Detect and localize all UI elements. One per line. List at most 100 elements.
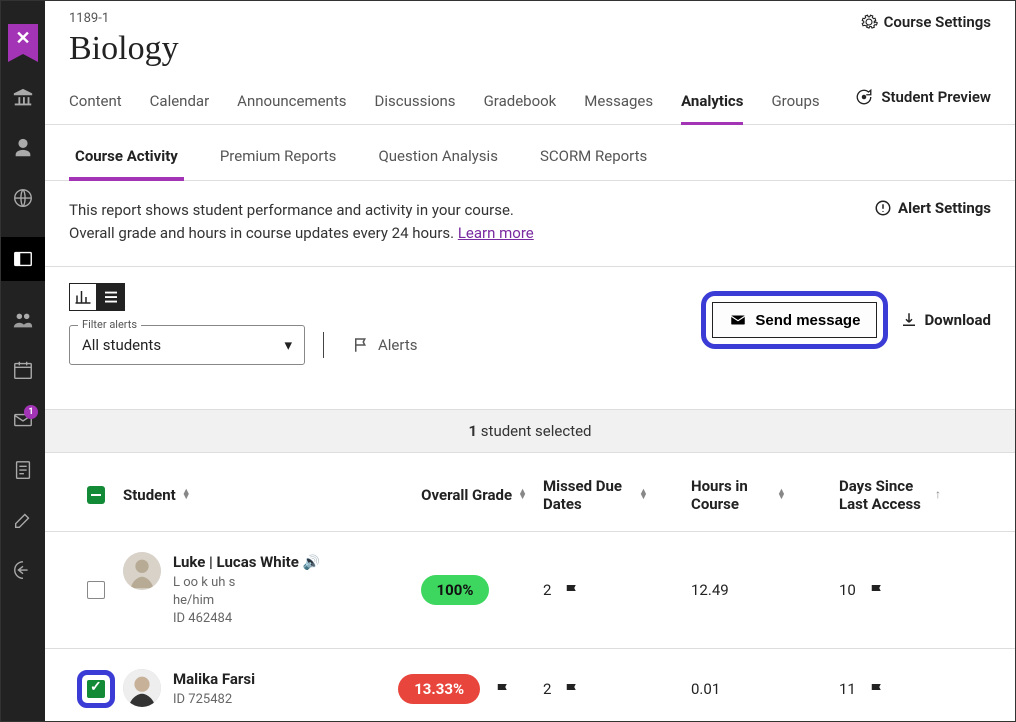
sort-icon: ▲▼ xyxy=(777,490,786,501)
sort-icon: ▲▼ xyxy=(182,490,191,501)
tab-discussions[interactable]: Discussions xyxy=(374,92,455,124)
analytics-subtabs: Course Activity Premium Reports Question… xyxy=(45,125,1015,181)
grades-icon[interactable] xyxy=(12,459,34,481)
row-checkbox[interactable] xyxy=(87,581,105,599)
send-message-highlight: Send message xyxy=(701,291,888,349)
tab-announcements[interactable]: Announcements xyxy=(237,92,346,124)
profile-icon[interactable] xyxy=(12,137,34,159)
student-cell[interactable]: Malika Farsi ID 725482 xyxy=(123,669,383,709)
table-row: Malika Farsi ID 725482 13.33% 2 0.01 11 xyxy=(45,649,1015,721)
description-line1: This report shows student performance an… xyxy=(69,199,534,222)
flag-icon xyxy=(352,336,370,354)
tab-content[interactable]: Content xyxy=(69,92,122,124)
main-tabs: Content Calendar Announcements Discussio… xyxy=(45,74,1015,125)
course-settings-label: Course Settings xyxy=(884,13,991,31)
calendar-icon[interactable] xyxy=(12,359,34,381)
filter-value: All students xyxy=(82,336,161,354)
sort-asc-icon: ↑ xyxy=(935,491,941,498)
toolbar-divider xyxy=(323,332,324,358)
gear-icon xyxy=(860,13,878,31)
compose-icon[interactable] xyxy=(12,509,34,531)
grade-pill: 100% xyxy=(421,575,490,605)
selection-count: 1 xyxy=(468,422,477,440)
flag-icon xyxy=(563,581,581,600)
audio-pronunciation-icon[interactable]: 🔊 xyxy=(303,555,320,571)
messages-badge: 1 xyxy=(24,405,38,419)
sort-icon: ▲▼ xyxy=(639,490,648,501)
chart-icon xyxy=(74,288,92,306)
send-message-button[interactable]: Send message xyxy=(712,302,877,338)
download-button[interactable]: Download xyxy=(900,311,991,329)
alerts-link[interactable]: Alerts xyxy=(342,336,418,354)
col-hours[interactable]: Hours in Course ▲▼ xyxy=(691,477,839,513)
missed-value: 2 xyxy=(543,581,551,599)
course-settings-button[interactable]: Course Settings xyxy=(860,13,991,31)
col-grade[interactable]: Overall Grade ▲▼ xyxy=(383,486,543,504)
col-missed[interactable]: Missed Due Dates ▲▼ xyxy=(543,477,691,513)
selection-summary: 1 student selected xyxy=(45,409,1015,453)
selection-label: student selected xyxy=(477,422,591,440)
groups-icon[interactable] xyxy=(12,309,34,331)
missed-value: 2 xyxy=(543,680,551,698)
preview-refresh-icon xyxy=(855,88,873,106)
student-phonetic: L oo k uh s xyxy=(173,574,320,592)
student-cell[interactable]: Luke | Lucas White🔊 L oo k uh s he/him I… xyxy=(123,552,383,628)
courses-icon[interactable] xyxy=(1,237,45,281)
alert-settings-button[interactable]: Alert Settings xyxy=(874,199,991,217)
toolbar: Send message Download Filter alerts All … xyxy=(69,267,991,409)
days-value: 10 xyxy=(839,581,856,599)
course-id: 1189-1 xyxy=(69,11,991,26)
filter-legend: Filter alerts xyxy=(78,318,141,331)
table-header: Student ▲▼ Overall Grade ▲▼ Missed Due D… xyxy=(45,453,1015,532)
download-label: Download xyxy=(924,311,991,329)
list-view-button[interactable] xyxy=(97,283,125,311)
send-message-label: Send message xyxy=(755,312,860,329)
view-toggle xyxy=(69,283,125,311)
sort-icon: ▲▼ xyxy=(518,490,527,501)
close-panel-button[interactable]: ✕ xyxy=(1,19,45,59)
hours-value: 12.49 xyxy=(691,581,729,599)
student-id: ID 725482 xyxy=(173,691,255,709)
tab-calendar[interactable]: Calendar xyxy=(150,92,210,124)
table-row: Luke | Lucas White🔊 L oo k uh s he/him I… xyxy=(45,532,1015,649)
alert-icon xyxy=(874,199,892,217)
tab-gradebook[interactable]: Gradebook xyxy=(484,92,557,124)
close-icon: ✕ xyxy=(15,30,30,48)
checkbox-highlight xyxy=(77,670,115,708)
course-header: 1189-1 Biology Course Settings xyxy=(45,1,1015,74)
alerts-label: Alerts xyxy=(378,336,418,354)
signout-icon[interactable] xyxy=(12,559,34,581)
tab-analytics[interactable]: Analytics xyxy=(681,92,743,125)
tab-groups[interactable]: Groups xyxy=(771,92,819,124)
students-table: Student ▲▼ Overall Grade ▲▼ Missed Due D… xyxy=(45,453,1015,721)
subtab-premium-reports[interactable]: Premium Reports xyxy=(214,139,343,180)
avatar xyxy=(123,552,161,590)
list-icon xyxy=(102,288,120,306)
envelope-icon xyxy=(729,311,747,329)
flag-icon xyxy=(868,581,886,600)
col-days[interactable]: Days Since Last Access ↑ xyxy=(839,477,987,513)
student-name: Malika Farsi xyxy=(173,670,255,688)
row-checkbox[interactable] xyxy=(87,680,105,698)
institution-icon[interactable] xyxy=(12,87,34,109)
chart-view-button[interactable] xyxy=(69,283,97,311)
flag-icon xyxy=(868,680,886,699)
alert-settings-label: Alert Settings xyxy=(898,199,991,217)
avatar xyxy=(123,669,161,707)
course-title: Biology xyxy=(69,30,991,68)
left-nav-rail: ✕ 1 xyxy=(1,1,45,721)
download-icon xyxy=(900,311,918,329)
subtab-question-analysis[interactable]: Question Analysis xyxy=(372,139,504,180)
subtab-scorm-reports[interactable]: SCORM Reports xyxy=(534,139,653,180)
globe-icon[interactable] xyxy=(12,187,34,209)
filter-alerts-select[interactable]: Filter alerts All students ▾ xyxy=(69,325,305,365)
tab-messages[interactable]: Messages xyxy=(584,92,653,124)
select-all-checkbox[interactable] xyxy=(87,486,105,504)
student-preview-button[interactable]: Student Preview xyxy=(855,88,991,106)
subtab-course-activity[interactable]: Course Activity xyxy=(69,139,184,181)
col-student[interactable]: Student ▲▼ xyxy=(123,486,383,504)
messages-icon[interactable]: 1 xyxy=(12,409,34,431)
chevron-down-icon: ▾ xyxy=(284,336,292,354)
grade-pill: 13.33% xyxy=(398,674,480,704)
learn-more-link[interactable]: Learn more xyxy=(458,224,534,242)
